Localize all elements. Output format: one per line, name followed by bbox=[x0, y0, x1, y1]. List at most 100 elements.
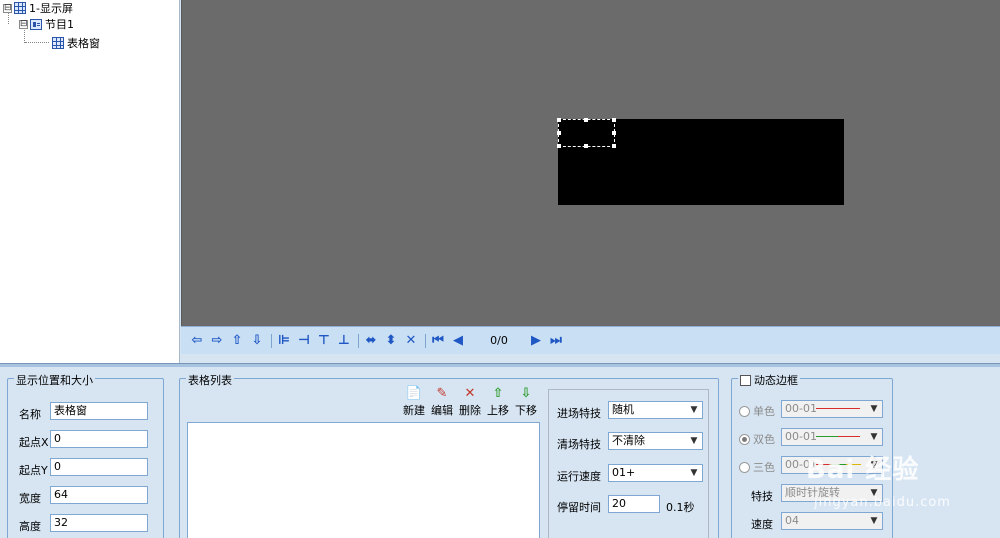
align-right-icon[interactable]: ⊣ bbox=[296, 333, 312, 349]
name-field[interactable]: 表格窗 bbox=[50, 402, 148, 420]
program-tree[interactable]: ⊟ 1-显示屏 ⊟ 节目1 表格窗 bbox=[0, 0, 180, 363]
tree-node-program[interactable]: ⊟ 节目1 bbox=[19, 16, 74, 32]
dynamic-border-label: 动态边框 bbox=[754, 374, 798, 387]
dynamic-border-checkbox[interactable] bbox=[740, 374, 751, 386]
double-color-value: 00-01 bbox=[785, 430, 817, 443]
green-line-preview bbox=[816, 436, 838, 437]
double-color-radio[interactable] bbox=[739, 433, 750, 445]
delete-button[interactable]: ✕ 删除 bbox=[459, 386, 481, 418]
y-field[interactable]: 0 bbox=[50, 458, 148, 476]
single-color-radio[interactable] bbox=[739, 405, 750, 417]
tree-node-display[interactable]: ⊟ 1-显示屏 bbox=[3, 0, 73, 16]
resize-handle[interactable] bbox=[584, 144, 588, 148]
properties-panel: 显示位置和大小 名称 表格窗 起点X 0 起点Y 0 宽度 64 高度 32 表… bbox=[0, 367, 1000, 538]
tree-node-label: 表格窗 bbox=[67, 37, 100, 50]
speed-select[interactable]: 01+ ▼ bbox=[608, 464, 703, 482]
toolbar-separator bbox=[425, 333, 426, 348]
expand-full-icon[interactable]: ✕ bbox=[403, 333, 419, 349]
dynamic-border-legend[interactable]: 动态边框 bbox=[738, 372, 800, 388]
align-bottom-icon[interactable]: ⊥ bbox=[336, 333, 352, 349]
double-color-select[interactable]: 00-01 ▼ bbox=[781, 428, 883, 446]
selected-table-window[interactable] bbox=[557, 118, 616, 148]
speed-label: 运行速度 bbox=[557, 470, 601, 483]
green-up-arrow-icon: ⇧ bbox=[492, 386, 504, 401]
triple-color-label: 三色 bbox=[753, 461, 775, 474]
single-color-option[interactable]: 单色 bbox=[739, 403, 775, 419]
tree-node-table-window[interactable]: 表格窗 bbox=[52, 35, 100, 51]
double-color-option[interactable]: 双色 bbox=[739, 431, 775, 447]
width-label: 宽度 bbox=[19, 492, 41, 505]
toolbar-separator bbox=[271, 333, 272, 348]
height-field[interactable]: 32 bbox=[50, 514, 148, 532]
collapse-icon[interactable]: ⊟ bbox=[19, 19, 28, 29]
move-up-button[interactable]: ⇧ 上移 bbox=[487, 386, 509, 418]
last-page-icon[interactable]: ⏭ bbox=[548, 333, 564, 349]
stay-time-unit: 0.1秒 bbox=[666, 501, 695, 514]
resize-handle[interactable] bbox=[584, 118, 588, 122]
position-size-group: 显示位置和大小 名称 表格窗 起点X 0 起点Y 0 宽度 64 高度 32 bbox=[7, 372, 164, 538]
resize-handle[interactable] bbox=[612, 118, 616, 122]
next-page-icon[interactable]: ▶ bbox=[528, 333, 544, 349]
triple-color-radio[interactable] bbox=[739, 461, 750, 473]
chevron-down-icon: ▼ bbox=[690, 468, 698, 478]
move-down-label: 下移 bbox=[515, 404, 537, 417]
x-field[interactable]: 0 bbox=[50, 430, 148, 448]
arrow-down-icon[interactable]: ⇩ bbox=[249, 333, 265, 349]
resize-handle[interactable] bbox=[557, 118, 561, 122]
arrow-left-icon[interactable]: ⇦ bbox=[189, 333, 205, 349]
triple-color-option[interactable]: 三色 bbox=[739, 459, 775, 475]
watermark-logo: Bai 经验 bbox=[806, 455, 920, 485]
expand-horizontal-icon[interactable]: ⬌ bbox=[363, 333, 379, 349]
enter-effect-select[interactable]: 随机 ▼ bbox=[608, 401, 703, 419]
name-label: 名称 bbox=[19, 408, 41, 421]
resize-handle[interactable] bbox=[557, 144, 561, 148]
expand-vertical-icon[interactable]: ⬍ bbox=[383, 333, 399, 349]
table-window-icon bbox=[52, 37, 64, 49]
new-button-label: 新建 bbox=[403, 404, 425, 417]
tree-node-label: 1-显示屏 bbox=[29, 2, 73, 15]
stay-time-label: 停留时间 bbox=[557, 501, 601, 514]
single-color-select[interactable]: 00-01 ▼ bbox=[781, 400, 883, 418]
toolbar-separator bbox=[358, 333, 359, 348]
chevron-down-icon: ▼ bbox=[690, 436, 698, 446]
first-page-icon[interactable]: ⏮ bbox=[430, 333, 446, 349]
move-down-button[interactable]: ⇩ 下移 bbox=[515, 386, 537, 418]
move-up-label: 上移 bbox=[487, 404, 509, 417]
program-icon bbox=[30, 18, 42, 30]
prev-page-icon[interactable]: ◀ bbox=[450, 333, 466, 349]
clear-effect-value: 不清除 bbox=[612, 434, 645, 447]
delete-button-label: 删除 bbox=[459, 404, 481, 417]
arrow-up-icon[interactable]: ⇧ bbox=[229, 333, 245, 349]
collapse-icon[interactable]: ⊟ bbox=[3, 3, 12, 13]
double-color-label: 双色 bbox=[753, 433, 775, 446]
border-speed-select[interactable]: 04 ▼ bbox=[781, 512, 883, 530]
chevron-down-icon: ▼ bbox=[690, 405, 698, 415]
watermark-url: jingyan.baidu.com bbox=[814, 495, 951, 510]
align-top-icon[interactable]: ⊤ bbox=[316, 333, 332, 349]
effects-panel: 进场特技 随机 ▼ 清场特技 不清除 ▼ 运行速度 01+ ▼ 停留时间 20 … bbox=[548, 389, 709, 538]
edit-button[interactable]: ✎ 编辑 bbox=[431, 386, 453, 418]
display-screen-icon bbox=[14, 2, 26, 14]
arrow-right-icon[interactable]: ⇨ bbox=[209, 333, 225, 349]
tree-connector bbox=[25, 42, 49, 43]
preview-canvas[interactable] bbox=[181, 0, 1000, 326]
chevron-down-icon: ▼ bbox=[870, 432, 878, 442]
clear-effect-label: 清场特技 bbox=[557, 438, 601, 451]
resize-handle[interactable] bbox=[612, 131, 616, 135]
align-left-icon[interactable]: ⊫ bbox=[276, 333, 292, 349]
table-list-group: 表格列表 📄 新建 ✎ 编辑 ✕ 删除 ⇧ 上移 ⇩ 下移 进场特技 随机 ▼ bbox=[179, 372, 719, 538]
led-screen-area[interactable] bbox=[557, 118, 844, 205]
chevron-down-icon: ▼ bbox=[870, 516, 878, 526]
x-label: 起点X bbox=[19, 436, 49, 449]
border-speed-value: 04 bbox=[785, 514, 799, 527]
resize-handle[interactable] bbox=[612, 144, 616, 148]
width-field[interactable]: 64 bbox=[50, 486, 148, 504]
stay-time-field[interactable]: 20 bbox=[608, 495, 660, 513]
resize-handle[interactable] bbox=[557, 131, 561, 135]
new-button[interactable]: 📄 新建 bbox=[403, 386, 425, 418]
red-line-preview bbox=[816, 408, 860, 409]
table-list-box[interactable] bbox=[187, 422, 540, 538]
single-color-value: 00-01 bbox=[785, 402, 817, 415]
height-label: 高度 bbox=[19, 520, 41, 533]
clear-effect-select[interactable]: 不清除 ▼ bbox=[608, 432, 703, 450]
